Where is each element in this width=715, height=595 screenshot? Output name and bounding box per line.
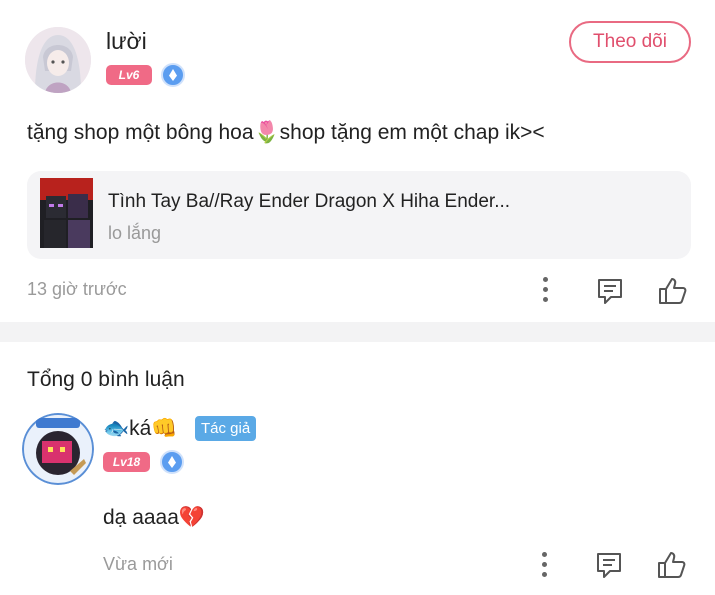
author-badge: Tác giả	[195, 416, 257, 441]
chapter-thumbnail	[40, 178, 93, 248]
follow-button[interactable]: Theo dõi	[569, 21, 691, 63]
post-card: lười Lv6 Theo dõi tặng shop một bông hoa…	[0, 0, 715, 322]
comment-timestamp: Vừa mới	[103, 554, 173, 574]
username[interactable]: lười	[106, 28, 147, 55]
section-divider	[0, 322, 715, 342]
comment-content: dạ aaaa💔	[103, 506, 206, 529]
post-timestamp: 13 giờ trước	[27, 279, 127, 299]
avatar[interactable]	[22, 413, 94, 485]
username[interactable]: 🐟ká👊	[103, 417, 177, 441]
more-icon[interactable]	[542, 552, 548, 578]
more-icon[interactable]	[543, 277, 549, 303]
chapter-title: Tình Tay Ba//Ray Ender Dragon X Hiha End…	[108, 191, 511, 212]
level-badge: Lv18	[103, 452, 150, 472]
comment-icon[interactable]	[594, 550, 624, 580]
post-content: tặng shop một bông hoa🌷shop tặng em một …	[27, 121, 545, 144]
avatar[interactable]	[25, 27, 91, 93]
like-icon[interactable]	[657, 275, 689, 307]
avatar-image	[25, 27, 91, 93]
like-icon[interactable]	[656, 549, 688, 581]
level-badge: Lv6	[106, 65, 152, 85]
comment-icon[interactable]	[595, 276, 625, 306]
chapter-subtitle: lo lắng	[108, 223, 162, 243]
diamond-icon	[161, 63, 185, 87]
avatar-image	[22, 413, 94, 485]
diamond-icon	[160, 450, 184, 474]
chapter-link-card[interactable]: Tình Tay Ba//Ray Ender Dragon X Hiha End…	[27, 171, 691, 259]
comments-total: Tổng 0 bình luận	[27, 368, 185, 391]
